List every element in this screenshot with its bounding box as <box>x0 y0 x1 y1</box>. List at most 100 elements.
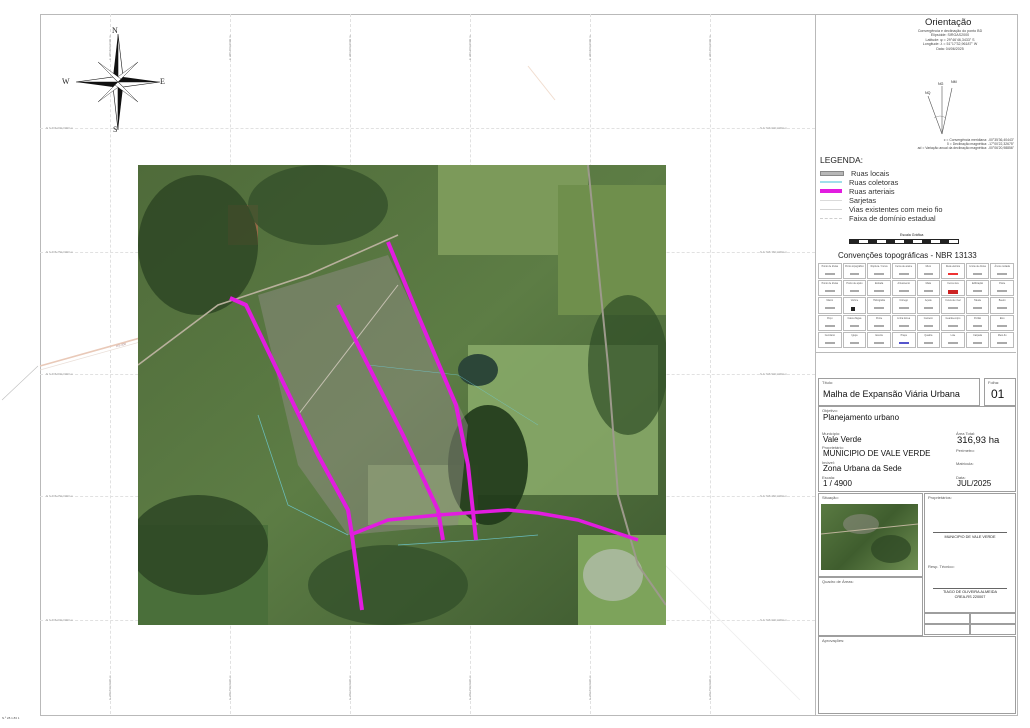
satellite-map <box>138 165 666 625</box>
sheet-box: Folha: 01 <box>984 378 1016 406</box>
convention-label: Córrego <box>899 299 908 303</box>
convention-label: Ponte <box>875 316 883 320</box>
convention-cell: Caixa d'água <box>842 314 867 331</box>
stamp-cell <box>970 613 1016 624</box>
convention-cell: Edificação <box>965 280 990 297</box>
legend-label: Faixa de domínio estadual <box>849 213 936 223</box>
convention-label: Açude <box>924 299 932 303</box>
arrow-label-nq: NQ <box>925 91 931 95</box>
convention-cell: Ponto de apoio <box>842 280 867 297</box>
convention-label: Mata <box>925 282 931 286</box>
convention-label: Eixo <box>999 316 1005 320</box>
orientation-line: Data: 04/06/2025 <box>936 46 964 51</box>
convention-cell: Estrada <box>867 280 891 297</box>
convention-cell: Poste <box>990 280 1014 297</box>
perimetro-label: Perímetro: <box>956 448 975 453</box>
convention-label: Cemitério <box>824 333 835 337</box>
owners-box: Proprietários: MUNICIPIO DE VALE VERDE R… <box>924 493 1016 613</box>
panel-divider <box>815 352 1016 353</box>
convention-label: Guarda-corpo <box>945 316 961 320</box>
convention-label: Bueiro <box>998 299 1006 303</box>
convention-cell: Poço <box>818 314 842 331</box>
orientation-notes: c = Convergência meridiana: -00°35'36,40… <box>880 138 1014 151</box>
legend-swatch <box>820 170 844 176</box>
convention-label: Ponto de divisa <box>821 265 838 268</box>
data-value: JUL/2025 <box>957 479 992 488</box>
convention-cell: Limite de divisa <box>965 263 990 280</box>
convention-label: Hidrografia <box>873 299 885 303</box>
convention-label: Vértice <box>850 299 859 303</box>
convention-cell: Calçada <box>965 331 990 348</box>
convention-cell: Cerca viva <box>941 280 965 297</box>
convention-cell: Ponto de divisa <box>818 263 842 280</box>
legend-swatch <box>820 208 842 210</box>
convention-cell: Lote <box>941 331 965 348</box>
convention-cell: Escola <box>867 331 891 348</box>
convention-label: Talude <box>974 299 982 303</box>
conventions-grid: Ponto de divisa Ponto topográfico Ruptur… <box>818 263 1014 348</box>
drawing-title: Malha de Expansão Viária Urbana <box>823 389 960 399</box>
imovel-value: Zona Urbana da Sede <box>823 464 902 473</box>
convention-cell: Árvore isolada <box>990 263 1014 280</box>
folha-label: Folha: <box>988 380 1000 385</box>
aprovacoes-label: Aprovações: <box>822 638 845 643</box>
legend-swatch <box>820 189 842 193</box>
convention-cell: Vértice <box>842 297 867 314</box>
convention-label: Calçada <box>973 333 982 337</box>
convention-label: Marco <box>826 299 834 303</box>
convention-label: Quadra <box>924 333 933 337</box>
convention-cell: Bueiro <box>990 297 1014 314</box>
owner-signature-line <box>933 532 1007 533</box>
situacao-label: Situação: <box>822 495 839 500</box>
convention-cell: Ruptura / Curva <box>867 263 891 280</box>
objetivo-value: Planejamento urbano <box>823 413 900 422</box>
scale-title: Escala Gráfica <box>900 233 924 237</box>
convention-cell: Ponte <box>867 314 891 331</box>
convention-label: Limite de divisa <box>969 265 986 268</box>
convention-label: Igreja <box>851 333 858 337</box>
convention-label: Praça <box>900 333 907 337</box>
convention-cell: Marco <box>818 297 842 314</box>
convention-label: Arruamento <box>897 282 910 286</box>
convention-label: Cerca de arame <box>895 265 913 268</box>
convention-label: Meio-fio <box>997 333 1007 337</box>
convention-cell: Talude <box>965 297 990 314</box>
convention-cell: Eixo <box>990 314 1014 331</box>
convention-label: Edificação <box>972 282 984 286</box>
details-box: Objetivo: Planejamento urbano Município:… <box>818 406 1016 492</box>
owner-signature-name: MUNICIPIO DE VALE VERDE <box>944 535 996 539</box>
stamp-cell <box>970 624 1016 635</box>
convention-cell: Meio-fio <box>990 331 1014 348</box>
convention-cell: Ponto de divisa <box>818 280 842 297</box>
convention-label: Linha férrea <box>897 316 911 320</box>
convention-cell: Ponto topográfico <box>842 263 867 280</box>
convention-cell: Açude <box>916 297 941 314</box>
convention-label: Caixa d'água <box>847 316 862 320</box>
legend-swatch <box>820 217 842 219</box>
convention-label: Ruptura / Curva <box>870 265 888 268</box>
sheet-number: 01 <box>991 387 1005 401</box>
orientation-note: ad = Variação anual da declinação magnét… <box>917 146 1014 151</box>
proprietarios-label: Proprietários: <box>928 495 952 500</box>
stamp-cell <box>924 624 970 635</box>
convention-label: Portão <box>974 316 982 320</box>
convention-cell: Linha férrea <box>891 314 916 331</box>
convention-label: Poste <box>999 282 1006 286</box>
convention-label: Ponto de apoio <box>846 282 863 286</box>
legend-swatch <box>820 181 842 183</box>
titulo-label: Título: <box>822 380 834 385</box>
arrow-label-nm: NM <box>951 80 957 84</box>
convention-label: Lote <box>950 333 956 337</box>
convention-cell: Curva de nível <box>941 297 965 314</box>
convention-cell: Guarda-corpo <box>941 314 965 331</box>
municipio-value: Vale Verde <box>823 435 862 444</box>
legend-item: Faixa de domínio estadual <box>820 213 936 223</box>
arrow-label-ng: NG <box>938 82 944 86</box>
proprietario-value: MUNICIPIO DE VALE VERDE <box>823 449 931 458</box>
convention-cell: Cerca de arame <box>891 263 916 280</box>
convention-cell: Rede elétrica <box>941 263 965 280</box>
conventions-title: Convenções topográficas - NBR 13133 <box>838 251 977 260</box>
convention-cell: Mata <box>916 280 941 297</box>
stamp-cell <box>924 613 970 624</box>
areas-box: Quadro de Áreas: <box>818 577 923 636</box>
